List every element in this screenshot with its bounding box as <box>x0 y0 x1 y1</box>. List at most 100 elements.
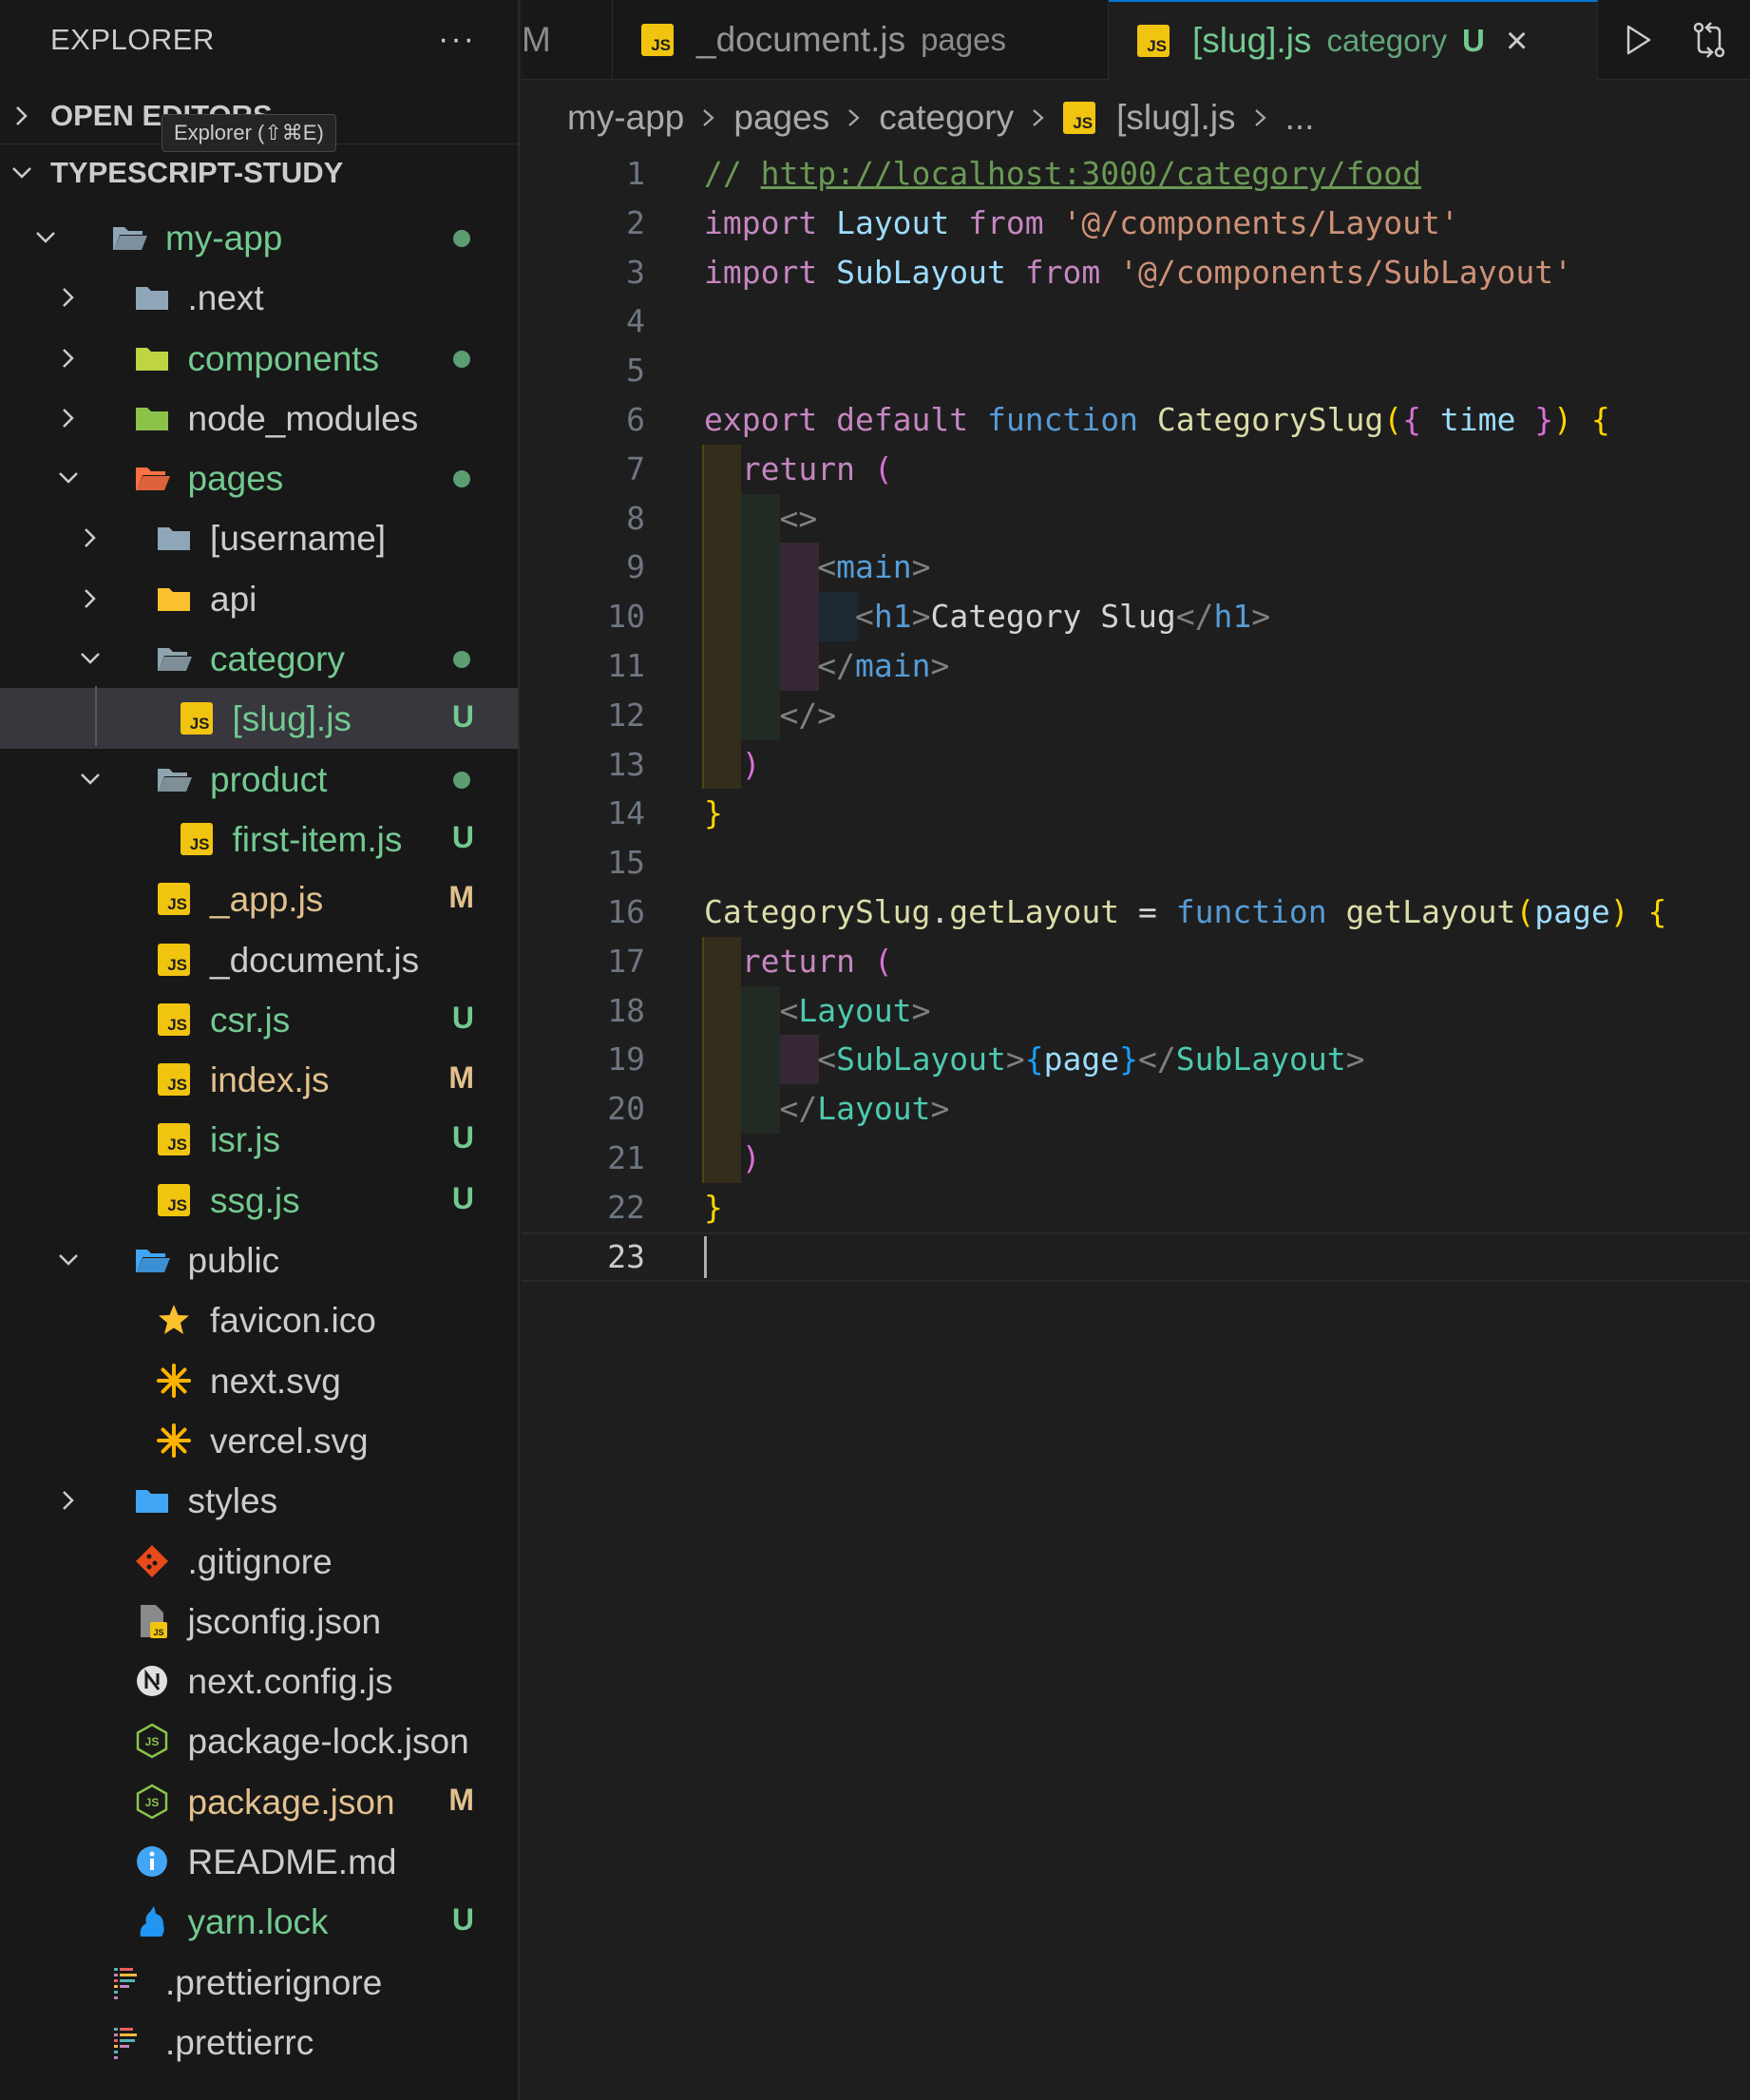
tree-item-isr-js[interactable]: JS isr.js U <box>0 1109 518 1169</box>
indent-guide <box>95 686 97 746</box>
code-token: </ <box>779 1090 818 1128</box>
git-status-badge: M <box>448 1782 474 1817</box>
tree-item-slug-js[interactable]: JS [slug].js U <box>0 688 518 749</box>
breadcrumb-category[interactable]: category <box>879 98 1014 138</box>
code-line[interactable]: 18 <Layout> <box>522 986 1750 1036</box>
breadcrumb-file[interactable]: [slug].js <box>1116 98 1235 138</box>
chevron-right-icon[interactable] <box>54 1486 83 1515</box>
tree-item-category[interactable]: category <box>0 628 518 688</box>
code-line[interactable]: 20 </Layout> <box>522 1084 1750 1134</box>
code-line[interactable]: 22} <box>522 1183 1750 1232</box>
code-line[interactable]: 23 <box>522 1232 1750 1282</box>
svg-file-icon <box>155 1422 193 1460</box>
code-line[interactable]: 8 <> <box>522 494 1750 544</box>
breadcrumb-symbols[interactable]: ... <box>1285 98 1315 138</box>
tree-item-package-json[interactable]: JS package.json M <box>0 1771 518 1831</box>
tree-item-label: styles <box>187 1481 278 1521</box>
code-line[interactable]: 4 <box>522 296 1750 346</box>
chevron-down-icon[interactable] <box>31 223 60 252</box>
tree-item-label: .prettierignore <box>165 1962 383 2002</box>
code-line[interactable]: 5 <box>522 346 1750 395</box>
tree-item-jsconfig-json[interactable]: JS jsconfig.json <box>0 1591 518 1651</box>
tree-item-styles[interactable]: styles <box>0 1470 518 1530</box>
code-line[interactable]: 1 // http://localhost:3000/category/food <box>522 149 1750 199</box>
run-icon[interactable] <box>1617 19 1659 61</box>
code-line[interactable]: 19 <SubLayout>{page}</SubLayout> <box>522 1035 1750 1084</box>
tree-item-yarn-lock[interactable]: yarn.lock U <box>0 1891 518 1951</box>
tree-item-readme-md[interactable]: README.md <box>0 1831 518 1891</box>
modified-contents-dot <box>453 651 470 669</box>
code-line[interactable]: 16 CategorySlug.getLayout = function getL… <box>522 888 1750 937</box>
workspace-label: TYPESCRIPT-STUDY <box>50 156 344 189</box>
chevron-right-icon[interactable] <box>76 524 105 552</box>
code-token: '@/components/SubLayout' <box>1119 253 1572 291</box>
chevron-right-icon[interactable] <box>54 404 83 432</box>
tree-item-my-app[interactable]: my-app <box>0 207 518 267</box>
tab-slug-js[interactable]: JS [slug].js category U × <box>1109 0 1598 80</box>
tree-item-gitignore[interactable]: .gitignore <box>0 1531 518 1591</box>
chevron-right-icon[interactable] <box>54 344 83 372</box>
breadcrumb-pages[interactable]: pages <box>733 98 829 138</box>
folder-icon <box>155 580 193 618</box>
tree-item-public[interactable]: public <box>0 1230 518 1289</box>
folder-icon <box>133 278 171 316</box>
git-icon <box>133 1542 171 1580</box>
code-line[interactable]: 21 ) <box>522 1134 1750 1183</box>
tree-item-index-js[interactable]: JS index.js M <box>0 1049 518 1109</box>
code-line[interactable]: 11 </main> <box>522 641 1750 691</box>
code-line[interactable]: 9 <main> <box>522 543 1750 592</box>
chevron-down-icon[interactable] <box>76 765 105 793</box>
code-token: page <box>1043 1040 1120 1079</box>
chevron-down-icon[interactable] <box>76 644 105 673</box>
code-editor[interactable]: 1// http://localhost:3000/category/food 2… <box>522 147 1750 2100</box>
prettier-icon <box>110 1963 148 2001</box>
code-line[interactable]: 14} <box>522 789 1750 838</box>
code-line[interactable]: 12 </> <box>522 691 1750 740</box>
tree-item-package-lock-json[interactable]: JS package-lock.json <box>0 1710 518 1770</box>
code-token: < <box>817 548 837 586</box>
tab-partial[interactable]: M <box>522 0 613 80</box>
code-line[interactable]: 7 return ( <box>522 445 1750 494</box>
tree-item-first-item-js[interactable]: JS first-item.js U <box>0 809 518 869</box>
tree-item-product[interactable]: product <box>0 749 518 809</box>
workspace-section[interactable]: TYPESCRIPT-STUDY <box>0 144 518 201</box>
tree-item-ssg-js[interactable]: JS ssg.js U <box>0 1170 518 1230</box>
tree-item-vercel-svg[interactable]: vercel.svg <box>0 1410 518 1470</box>
code-text: </> <box>704 691 836 740</box>
tree-item-app-js[interactable]: JS _app.js M <box>0 869 518 928</box>
tree-item-document-js[interactable]: JS _document.js <box>0 929 518 989</box>
git-status-badge: U <box>451 699 474 735</box>
code-line[interactable]: 15 <box>522 838 1750 888</box>
code-token: h1 <box>1213 598 1252 636</box>
code-line[interactable]: 13 ) <box>522 740 1750 790</box>
tree-item-components[interactable]: components <box>0 328 518 388</box>
chevron-right-icon[interactable] <box>54 283 83 312</box>
tree-item-favicon-ico[interactable]: favicon.ico <box>0 1289 518 1349</box>
tree-item-api[interactable]: api <box>0 568 518 628</box>
code-line[interactable]: 3 import SubLayout from '@/components/Sub… <box>522 248 1750 297</box>
code-line[interactable]: 6 export default function CategorySlug({ … <box>522 395 1750 445</box>
code-line[interactable]: 2 import Layout from '@/components/Layout… <box>522 199 1750 248</box>
tree-item-next-config-js[interactable]: next.config.js <box>0 1651 518 1710</box>
tree-item-username[interactable]: [username] <box>0 507 518 567</box>
chevron-down-icon[interactable] <box>54 464 83 492</box>
tree-item-next-svg[interactable]: next.svg <box>0 1350 518 1410</box>
code-line[interactable]: 17 return ( <box>522 937 1750 986</box>
more-actions-icon[interactable]: ··· <box>438 21 476 58</box>
tree-item-next[interactable]: .next <box>0 267 518 327</box>
close-icon[interactable]: × <box>1506 20 1528 63</box>
line-number: 20 <box>607 1090 645 1128</box>
tree-item-csr-js[interactable]: JS csr.js U <box>0 989 518 1049</box>
chevron-right-icon[interactable] <box>76 584 105 613</box>
tree-item-prettierrc[interactable]: .prettierrc <box>0 2012 518 2071</box>
tab-document-js[interactable]: JS _document.js pages <box>613 0 1109 80</box>
tree-item-prettierignore[interactable]: .prettierignore <box>0 1952 518 2012</box>
breadcrumb-my-app[interactable]: my-app <box>567 98 684 138</box>
code-line[interactable]: 10 <h1>Category Slug</h1> <box>522 592 1750 641</box>
compare-changes-icon[interactable] <box>1688 19 1730 61</box>
tree-item-pages[interactable]: pages <box>0 448 518 507</box>
chevron-down-icon[interactable] <box>54 1246 83 1274</box>
code-token: } <box>704 1188 723 1226</box>
tree-item-node-modules[interactable]: node_modules <box>0 388 518 448</box>
